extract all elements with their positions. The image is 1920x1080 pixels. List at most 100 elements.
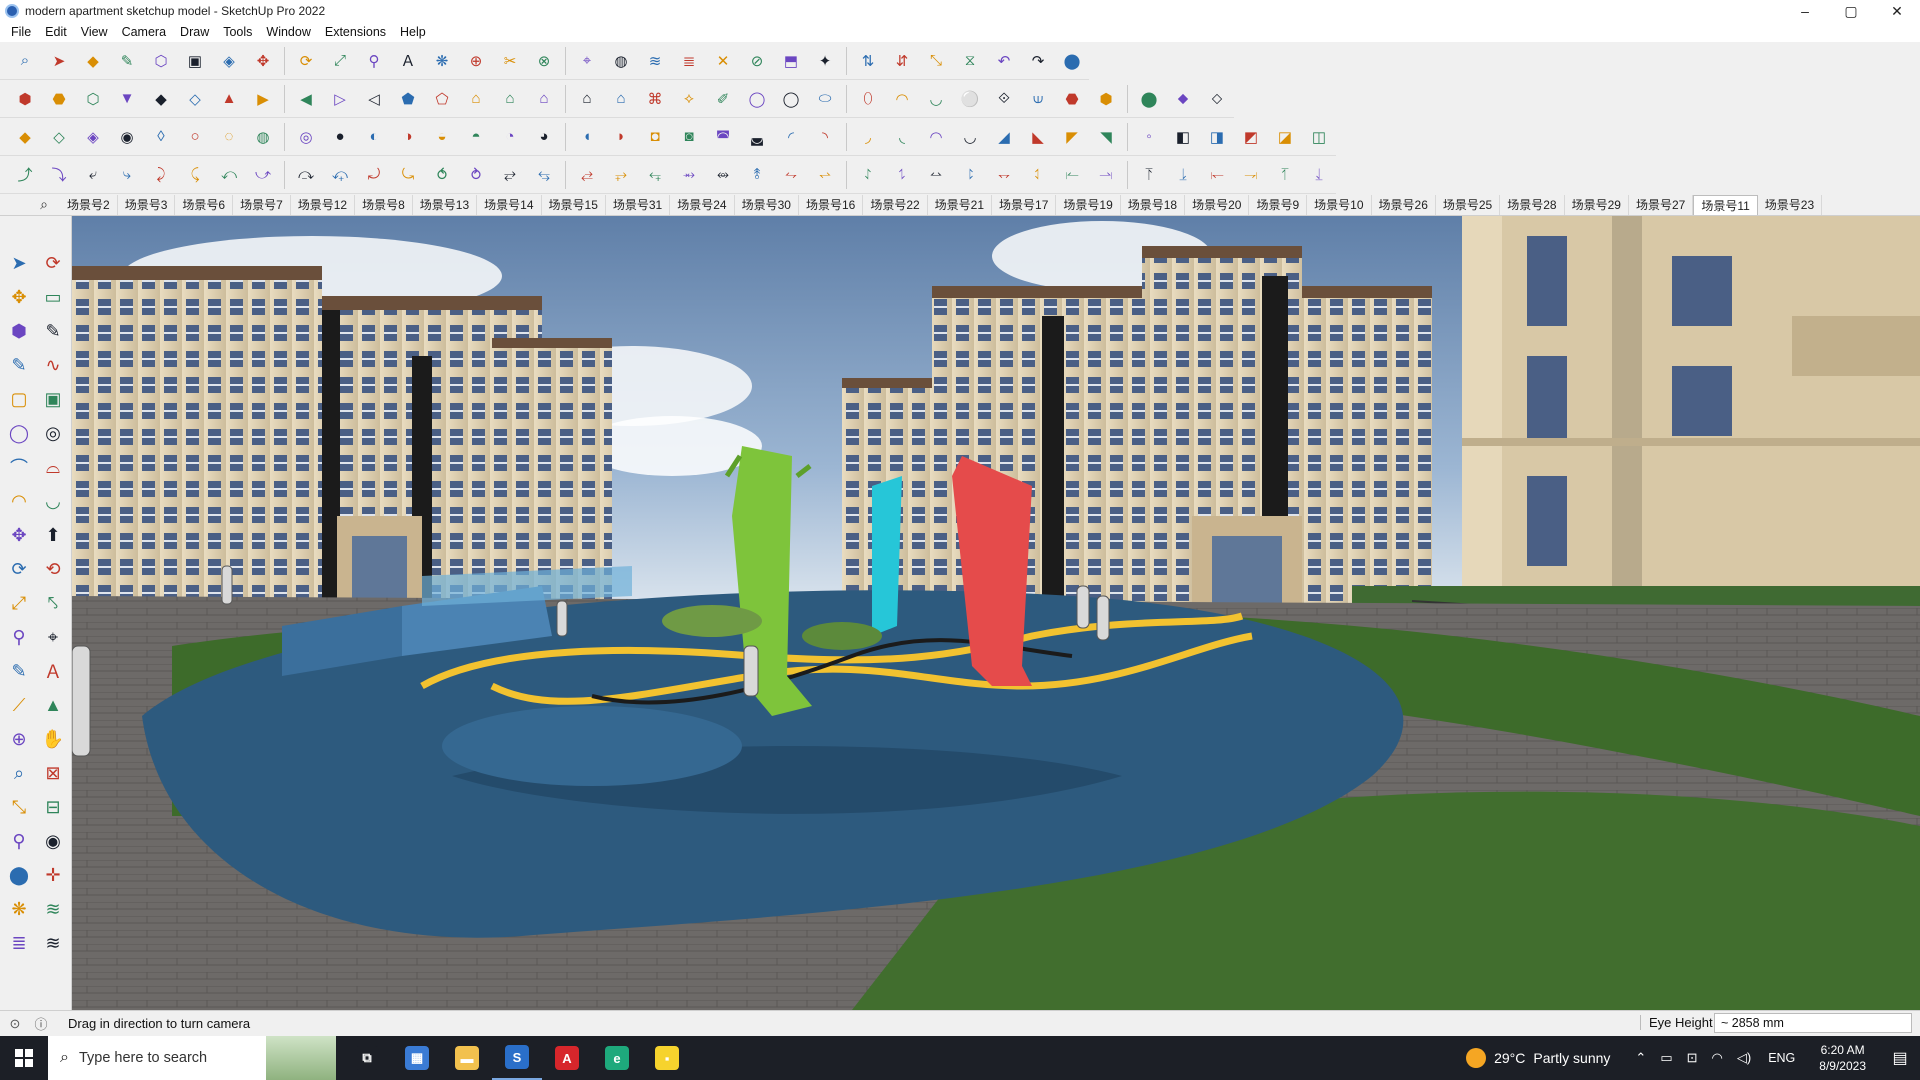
toolbar-tool-icon[interactable]: ⬡ [148, 48, 174, 74]
palette-tool-icon[interactable]: ✎ [2, 654, 36, 688]
palette-tool-icon[interactable]: ◉ [36, 824, 70, 858]
toolbar-tool-icon[interactable]: ✂ [497, 48, 523, 74]
toolbar-tool-icon[interactable]: ⥊ [778, 162, 804, 188]
toolbar-tool-icon[interactable]: ◆ [80, 48, 106, 74]
toolbar-tool-icon[interactable]: ◯ [744, 86, 770, 112]
toolbar-tool-icon[interactable]: ◔ [497, 124, 523, 150]
palette-tool-icon[interactable]: ◡ [36, 484, 70, 518]
toolbar-tool-icon[interactable]: ▼ [114, 86, 140, 112]
toolbar-tool-icon[interactable]: ⥁ [463, 162, 489, 188]
scene-tab[interactable]: 场景号8 [355, 194, 413, 215]
toolbar-tool-icon[interactable]: ⬥ [1170, 86, 1196, 112]
toolbar-tool-icon[interactable]: ⤹ [182, 162, 208, 188]
palette-tool-icon[interactable]: ✛ [36, 858, 70, 892]
info-icon[interactable]: ⓘ [30, 1014, 52, 1033]
toolbar-tool-icon[interactable]: ⌕ [12, 48, 38, 74]
toolbar-tool-icon[interactable]: ≣ [676, 48, 702, 74]
toolbar-tool-icon[interactable]: ◌ [216, 124, 242, 150]
toolbar-tool-icon[interactable]: ▲ [216, 86, 242, 112]
toolbar-tool-icon[interactable]: ◑ [395, 124, 421, 150]
menu-view[interactable]: View [74, 25, 115, 39]
toolbar-tool-icon[interactable]: ⤡ [923, 48, 949, 74]
model-viewport[interactable] [72, 216, 1920, 1010]
toolbar-tool-icon[interactable]: ◦ [1136, 124, 1162, 150]
palette-tool-icon[interactable]: ⟳ [2, 552, 36, 586]
wifi-icon[interactable]: ◠ [1712, 1050, 1723, 1066]
toolbar-tool-icon[interactable]: ⥗ [1238, 162, 1264, 188]
toolbar-tool-icon[interactable]: ⚲ [361, 48, 387, 74]
maximize-button[interactable]: ▢ [1828, 0, 1874, 22]
toolbar-tool-icon[interactable]: ◎ [293, 124, 319, 150]
menu-help[interactable]: Help [393, 25, 433, 39]
toolbar-tool-icon[interactable]: ◙ [676, 124, 702, 150]
scene-tab[interactable]: 场景号21 [928, 194, 993, 215]
scene-tab[interactable]: 场景号17 [992, 194, 1057, 215]
toolbar-tool-icon[interactable]: ⥇ [676, 162, 702, 188]
scene-tab[interactable]: 场景号13 [413, 194, 478, 215]
toolbar-tool-icon[interactable]: ↷ [1025, 48, 1051, 74]
palette-tool-icon[interactable]: ✥ [2, 518, 36, 552]
toolbar-tool-icon[interactable]: ▣ [182, 48, 208, 74]
toolbar-tool-icon[interactable]: ◕ [531, 124, 557, 150]
toolbar-tool-icon[interactable]: ⬠ [429, 86, 455, 112]
toolbar-tool-icon[interactable]: ⥔ [1136, 162, 1162, 188]
toolbar-tool-icon[interactable]: ⥈ [710, 162, 736, 188]
palette-tool-icon[interactable]: ◯ [2, 416, 36, 450]
scene-tab[interactable]: 场景号19 [1056, 194, 1121, 215]
toolbar-tool-icon[interactable]: ◇ [182, 86, 208, 112]
toolbar-tool-icon[interactable]: ◥ [1093, 124, 1119, 150]
toolbar-tool-icon[interactable]: ⥍ [889, 162, 915, 188]
toolbar-tool-icon[interactable]: ✕ [710, 48, 736, 74]
toolbar-tool-icon[interactable]: ⬒ [778, 48, 804, 74]
toolbar-tool-icon[interactable]: ➤ [46, 48, 72, 74]
toolbar-tool-icon[interactable]: ⟡ [676, 86, 702, 112]
toolbar-tool-icon[interactable]: ⥎ [923, 162, 949, 188]
toolbar-tool-icon[interactable]: ⬟ [395, 86, 421, 112]
scene-tab[interactable]: 场景号2 [60, 194, 118, 215]
language-indicator[interactable]: ENG [1768, 1051, 1795, 1065]
palette-tool-icon[interactable]: ⤢ [2, 586, 36, 620]
toolbar-tool-icon[interactable]: ◤ [1059, 124, 1085, 150]
toolbar-tool-icon[interactable]: ⥃ [531, 162, 557, 188]
toolbar-tool-icon[interactable]: ◫ [1306, 124, 1332, 150]
toolbar-tool-icon[interactable]: ◢ [991, 124, 1017, 150]
toolbar-tool-icon[interactable]: ⤸ [148, 162, 174, 188]
toolbar-tool-icon[interactable]: ⌂ [463, 86, 489, 112]
minimize-button[interactable]: – [1782, 0, 1828, 22]
toolbar-tool-icon[interactable]: ⤽ [327, 162, 353, 188]
toolbar-tool-icon[interactable]: ≋ [642, 48, 668, 74]
toolbar-tool-icon[interactable]: ◖ [574, 124, 600, 150]
toolbar-tool-icon[interactable]: ↶ [991, 48, 1017, 74]
toolbar-tool-icon[interactable]: ◆ [12, 124, 38, 150]
toolbar-tool-icon[interactable]: ⥀ [429, 162, 455, 188]
toolbar-tool-icon[interactable]: ○ [182, 124, 208, 150]
toolbar-tool-icon[interactable]: ⊕ [463, 48, 489, 74]
toolbar-tool-icon[interactable]: ⥋ [812, 162, 838, 188]
toolbar-tool-icon[interactable]: ⇅ [855, 48, 881, 74]
scene-tab[interactable]: 场景号11 [1693, 194, 1758, 215]
toolbar-tool-icon[interactable]: ◇ [46, 124, 72, 150]
palette-tool-icon[interactable]: ▭ [36, 280, 70, 314]
palette-tool-icon[interactable]: ⟳ [36, 246, 70, 280]
toolbar-tool-icon[interactable]: ⌂ [531, 86, 557, 112]
toolbar-tool-icon[interactable]: ⬤ [1136, 86, 1162, 112]
toolbar-tool-icon[interactable]: ◆ [148, 86, 174, 112]
palette-tool-icon[interactable]: ⌒ [2, 450, 36, 484]
palette-tool-icon[interactable]: ✋ [36, 722, 70, 756]
toolbar-tool-icon[interactable]: ◍ [250, 124, 276, 150]
toolbar-tool-icon[interactable]: ⤶ [80, 162, 106, 188]
geo-location-icon[interactable]: ⊙ [4, 1016, 26, 1032]
toolbar-tool-icon[interactable]: ◚ [710, 124, 736, 150]
toolbar-tool-icon[interactable]: ◞ [855, 124, 881, 150]
eye-height-input[interactable]: ~ 2858 mm [1714, 1013, 1912, 1033]
scene-tab[interactable]: 场景号20 [1185, 194, 1250, 215]
scene-search-icon[interactable]: ⌕ [0, 196, 60, 213]
toolbar-tool-icon[interactable]: ◐ [361, 124, 387, 150]
palette-tool-icon[interactable]: Ａ [36, 654, 70, 688]
scene-tab[interactable]: 场景号14 [477, 194, 542, 215]
toolbar-tool-icon[interactable]: ⇵ [889, 48, 915, 74]
menu-window[interactable]: Window [259, 25, 317, 39]
toolbar-tool-icon[interactable]: ⌂ [608, 86, 634, 112]
toolbar-tool-icon[interactable]: ◟ [889, 124, 915, 150]
toolbar-tool-icon[interactable]: ⬤ [1059, 48, 1085, 74]
